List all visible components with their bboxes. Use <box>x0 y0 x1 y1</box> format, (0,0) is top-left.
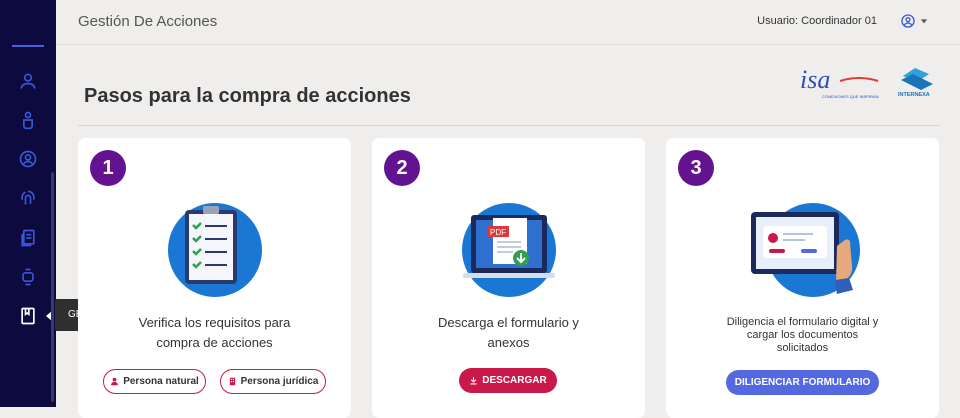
account-circle-icon <box>901 14 915 28</box>
step-text-line-1: Descarga el formulario y <box>438 315 579 330</box>
caret-down-icon <box>920 19 928 24</box>
clipboard-checklist-icon <box>155 200 275 300</box>
building-icon <box>229 377 235 386</box>
descargar-button[interactable]: DESCARGAR <box>459 368 557 393</box>
step-number: 3 <box>678 150 714 186</box>
internexa-logo-text: INTERNEXA <box>898 92 930 98</box>
person-icon <box>111 377 119 386</box>
persona-juridica-button[interactable]: Persona jurídica <box>220 369 326 394</box>
user-icon[interactable] <box>16 69 40 93</box>
sidebar-active-line <box>12 45 44 47</box>
step-card-2: 2 PDF Descarga el formulario y anexos DE… <box>372 138 645 418</box>
sidebar-scrollbar[interactable] <box>51 172 54 402</box>
step-text-line-1: Diligencia el formulario digital y <box>726 316 879 328</box>
user-menu-button[interactable] <box>900 12 932 30</box>
step-text-line-3: solicitados <box>776 342 829 354</box>
step-text-line-2: anexos <box>487 335 530 350</box>
page-title: Pasos para la compra de acciones <box>84 85 411 107</box>
documents-icon[interactable] <box>16 226 40 250</box>
user-label: Usuario: Coordinador 01 <box>757 15 877 27</box>
internexa-logo: INTERNEXA <box>895 64 937 102</box>
step-text-line-2: cargar los documentos <box>746 329 859 341</box>
top-bar: Gestión De Acciones Usuario: Coordinador… <box>56 0 960 45</box>
app-title: Gestión De Acciones <box>78 13 218 30</box>
hand-icon[interactable] <box>16 108 40 132</box>
step-number: 1 <box>90 150 126 186</box>
bookmark-book-icon[interactable] <box>16 304 40 328</box>
title-divider <box>78 125 940 126</box>
svg-text:PDF: PDF <box>490 228 506 237</box>
pdf-download-icon: PDF <box>449 200 569 300</box>
sidebar <box>0 0 56 407</box>
diligenciar-formulario-button[interactable]: DILIGENCIAR FORMULARIO <box>726 370 879 395</box>
step-card-1: 1 Verifica los requisitos para compra de… <box>78 138 351 418</box>
step-text-line-1: Verifica los requisitos para <box>138 315 291 330</box>
isa-logo-text: isa <box>800 65 830 94</box>
button-label: Persona jurídica <box>240 376 319 387</box>
step-card-3: 3 Diligencia el formulario digital y car… <box>666 138 939 418</box>
button-label: Persona natural <box>123 376 199 387</box>
watch-icon[interactable] <box>16 265 40 289</box>
download-icon <box>470 377 477 385</box>
isa-tagline: CONEXIONES QUE INSPIRAN <box>822 94 879 99</box>
fingerprint-icon[interactable] <box>16 186 40 210</box>
user-circle-icon[interactable] <box>16 147 40 171</box>
button-label: DILIGENCIAR FORMULARIO <box>734 377 871 388</box>
step-number: 2 <box>384 150 420 186</box>
persona-natural-button[interactable]: Persona natural <box>103 369 206 394</box>
step-text-line-2: compra de acciones <box>156 335 273 350</box>
digital-form-tablet-icon <box>743 200 863 300</box>
isa-logo: isa CONEXIONES QUE INSPIRAN <box>800 64 880 102</box>
button-label: DESCARGAR <box>482 375 547 386</box>
